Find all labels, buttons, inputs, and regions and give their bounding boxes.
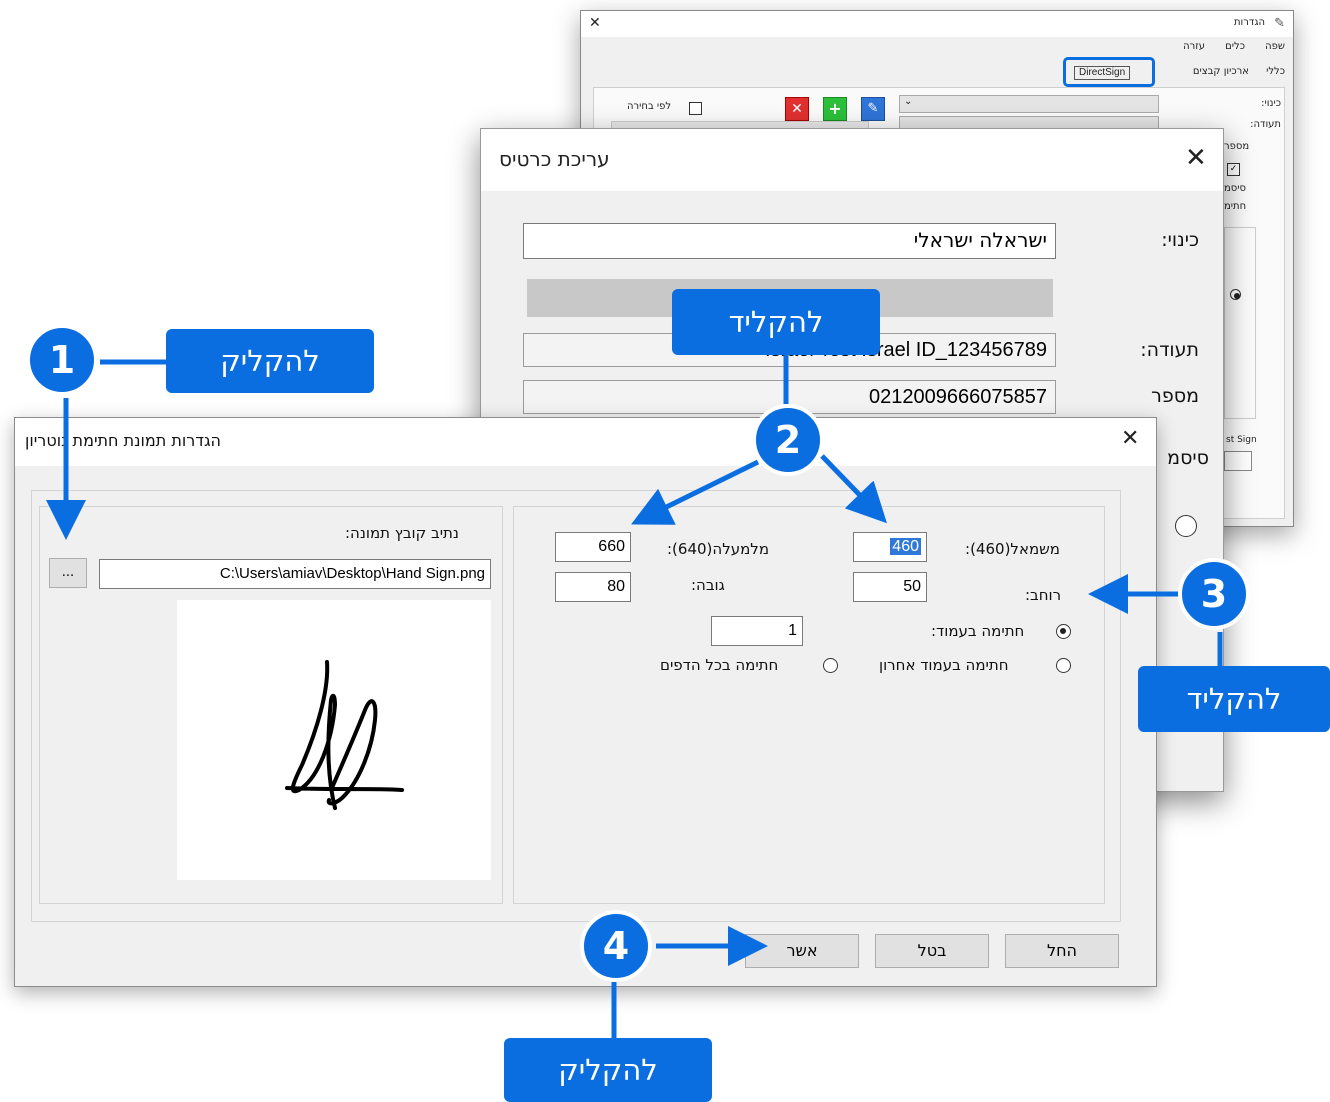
step1-callout: להקליק bbox=[166, 329, 374, 393]
step4-badge: 4 bbox=[580, 910, 652, 982]
callout-arrows bbox=[46, 355, 1223, 1040]
step1-badge: 1 bbox=[26, 324, 98, 396]
step4-callout: להקליק bbox=[504, 1038, 712, 1102]
step3-badge: 3 bbox=[1178, 558, 1250, 630]
step3-callout: להקליד bbox=[1138, 666, 1330, 732]
step2-callout: להקליד bbox=[672, 289, 880, 355]
step2-badge: 2 bbox=[752, 404, 824, 476]
